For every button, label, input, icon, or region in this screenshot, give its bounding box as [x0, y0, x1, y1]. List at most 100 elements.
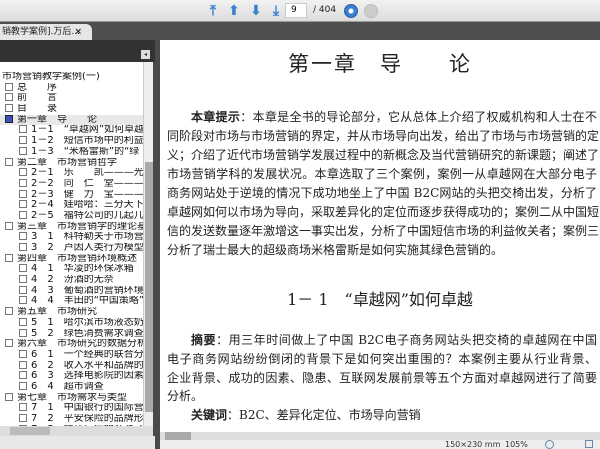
tree-item-label: 6 4 超市调查 [31, 381, 104, 392]
tree-item[interactable]: 目 录 [0, 104, 143, 115]
tree-item-label: 第一章 导 论 [17, 114, 97, 125]
bookmark-icon [5, 114, 13, 123]
tree-item-label: 2－2 同 仁 堂———老 [31, 178, 143, 189]
bookmark-icon [19, 125, 27, 134]
bookmark-icon [19, 243, 27, 251]
tree-item[interactable]: 4 1 华凌的环保冰箱 [0, 264, 143, 275]
bookmark-icon [5, 157, 13, 166]
document-tab[interactable]: 销教学案例].万后... × [0, 24, 92, 40]
scroll-thumb[interactable] [165, 432, 191, 440]
bookmark-icon [19, 285, 27, 294]
sidebar-footer [0, 436, 155, 449]
tree-item-label: 3 2 卢因人类行为模型 [31, 243, 143, 253]
bookmark-icon [5, 221, 13, 230]
sidebar-horizontal-scrollbar[interactable] [0, 426, 153, 436]
scroll-thumb[interactable] [145, 162, 153, 412]
tree-item[interactable]: 6 4 超市调查 [0, 381, 143, 393]
tree-item[interactable]: 6 1 一个经典的联合分析 [0, 349, 143, 361]
tree-item-label: 4 3 葡萄酒的营销环境分 [31, 285, 143, 296]
next-page-icon[interactable]: ⬇ [248, 3, 264, 19]
tree-item[interactable]: 第三章 市场营销学的理论基础 [0, 221, 143, 233]
page-size: 150×230 mm [445, 440, 501, 449]
bookmark-icon [19, 349, 27, 358]
zoom-out-icon[interactable] [545, 440, 554, 449]
zoom-level: 105% [505, 440, 528, 449]
keywords: ：B2C、差异化定位、市场导向营销 [227, 408, 421, 422]
tree-item[interactable]: 6 3 选择电影院的因素 [0, 371, 143, 382]
tree-item[interactable]: 4 3 葡萄酒的营销环境分 [0, 285, 143, 297]
tab-label: 销教学案例].万后... [2, 27, 80, 37]
document-horizontal-scrollbar[interactable] [160, 432, 600, 440]
tree-item-label: 4 2 汾酒的无奈 [31, 275, 114, 286]
tree-item[interactable]: 3 2 卢因人类行为模型 [0, 243, 143, 254]
tree-item-label: 1－2 短信市场中的利益相 [31, 136, 143, 147]
tree-item-label: 第二章 市场营销哲学 [17, 157, 117, 168]
tree-item-label: 2－1 乐 凯———光明 [31, 168, 143, 179]
tree-item[interactable]: 第五章 市场研究 [0, 307, 143, 318]
tree-item-label: 第五章 市场研究 [17, 307, 97, 318]
tree-item[interactable]: 第七章 市场需求与类型 [0, 392, 143, 404]
bookmark-icon [19, 189, 27, 198]
tree-item[interactable]: 总 序 [0, 82, 143, 94]
tree-item[interactable]: 3 1 科特勒关于市场营运 [0, 232, 143, 243]
bookmark-icon [19, 403, 27, 412]
scroll-thumb[interactable] [10, 427, 50, 435]
tree-item[interactable]: 4 2 汾酒的无奈 [0, 275, 143, 286]
tree-item[interactable]: 前 言 [0, 93, 143, 104]
text-line: 企业背景、成功的因素、隐患、互联网发展前景等五个方面对卓越网进行了简要 [167, 371, 597, 385]
abstract-label: 摘要 [191, 333, 217, 347]
text-line: 卓越网如何以市场为导向，采取差异化的定位而逐步获得成功的；案例二从中国短 [167, 205, 600, 219]
tree-item-label: 前 言 [17, 93, 57, 104]
collapse-sidebar-icon[interactable]: ◂ [141, 50, 150, 59]
back-icon[interactable] [344, 4, 358, 18]
tree-item[interactable]: 6 2 收入水平和品牌的关 [0, 360, 143, 372]
text-line: 分析了瑞士最大的超级商场米格雷斯是如何实施其绿色营销的。 [167, 243, 504, 257]
tree-item[interactable]: 2－1 乐 凯———光明 [0, 168, 143, 179]
bookmark-icon [19, 328, 27, 337]
text-line: 摘要：用三年时间做上了中国 B2C电子商务网站头把交椅的卓越网在中国 [191, 332, 597, 348]
bookmark-icon [19, 146, 27, 155]
tree-item[interactable]: 1－1 “卓越网”如何卓越 [0, 125, 143, 136]
tree-item[interactable]: 4 4 丰田的“中国策略” [0, 296, 143, 307]
forward-icon[interactable] [364, 4, 378, 18]
text-line: 信的发送数量逐年激增这一事实出发，分析了中国短信市场的利益攸关者；案例三 [167, 224, 600, 238]
tree-item[interactable]: 第二章 市场营销哲学 [0, 157, 143, 169]
section-title: 1－ 1 “卓越网”如何卓越 [287, 290, 473, 309]
tree-item-label: 3 1 科特勒关于市场营运 [31, 232, 143, 243]
bookmark-icon [5, 104, 13, 113]
sidebar-vertical-scrollbar[interactable] [143, 62, 153, 426]
tree-item-label: 第四章 市场营销环境概述 [17, 253, 137, 264]
tree-item[interactable]: 5 1 哈尔滨市场液态奶调 [0, 317, 143, 329]
tree-item[interactable]: 2－5 福特公司的几起几落 [0, 210, 143, 222]
tree-item[interactable]: 7 1 中国银行的国际营销 [0, 403, 143, 414]
tree-item-label: 总 序 [17, 82, 57, 93]
tree-item-label: 2－4 娃哈哈：三分天下有 [31, 200, 143, 211]
bookmark-icon [19, 317, 27, 326]
first-page-icon[interactable]: ⤒ [205, 3, 221, 19]
tree-item[interactable]: 第六章 市场研究的数据分析方 [0, 339, 143, 350]
fit-page-icon[interactable] [585, 440, 593, 448]
tree-item-label: 6 3 选择电影院的因素 [31, 371, 143, 382]
tree-item-label: 6 2 收入水平和品牌的关 [31, 360, 143, 371]
tree-item[interactable]: 第一章 导 论 [0, 114, 143, 126]
tree-item[interactable]: 1－3 “米格雷斯”的“绿 [0, 146, 143, 158]
text: ：本章是全书的导论部分，它从总体上介绍了权威机构和人士在不 [240, 110, 597, 124]
tree-item[interactable]: 2－3 健 力 宝———陷 [0, 189, 143, 201]
prev-page-icon[interactable]: ⬆ [226, 3, 242, 19]
document-page: 第一章 导 论 本章提示：本章是全书的导论部分，它从总体上介绍了权威机构和人士在… [160, 40, 600, 432]
tree-item[interactable]: 2－2 同 仁 堂———老 [0, 178, 143, 190]
page-number-input[interactable]: 9 [285, 3, 307, 18]
tree-item-label: 1－3 “米格雷斯”的“绿 [31, 146, 140, 157]
toolbar: ⤒ ⬆ ⬇ ⤓ 9 / 404 [0, 0, 600, 22]
bookmark-icon [19, 360, 27, 369]
tree-item[interactable]: 2－4 娃哈哈：三分天下有 [0, 200, 143, 211]
tree-item[interactable]: 7 2 平安保险的品牌形象 [0, 414, 143, 425]
bookmark-icon [19, 296, 27, 305]
tree-item[interactable]: 1－2 短信市场中的利益相 [0, 136, 143, 147]
tree-item[interactable]: 第四章 市场营销环境概述 [0, 253, 143, 265]
tree-item[interactable]: 市场营销教学案例(一) [0, 72, 143, 83]
tree-item-label: 1－1 “卓越网”如何卓越 [31, 125, 143, 136]
tree-item[interactable]: 5 2 绿色消费需求调查问 [0, 328, 143, 340]
last-page-icon[interactable]: ⤓ [268, 3, 284, 19]
close-icon[interactable]: × [74, 24, 82, 40]
